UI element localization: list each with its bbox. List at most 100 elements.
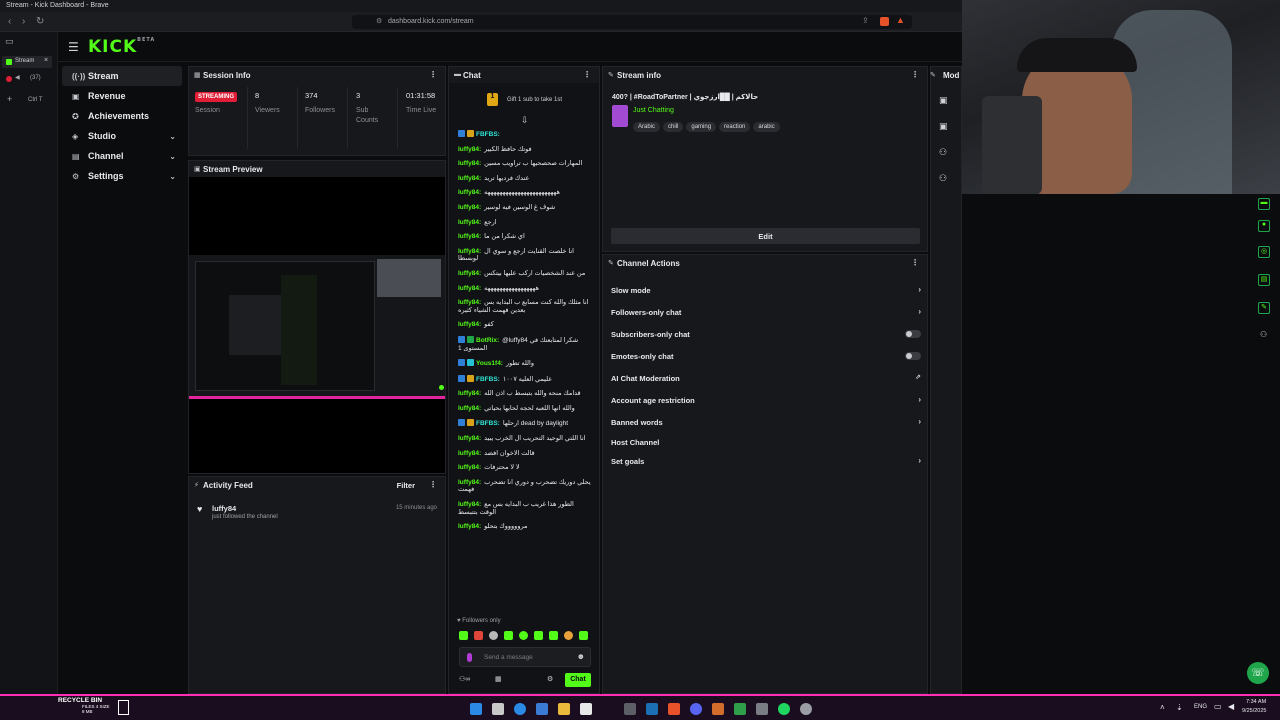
more-options-icon[interactable]: ⋮ bbox=[429, 480, 437, 489]
nav-channel[interactable]: ▤ Channel ⌄ bbox=[62, 146, 182, 166]
more-options-icon[interactable]: ⋮ bbox=[583, 70, 591, 79]
chat-username[interactable]: luffy84: bbox=[458, 270, 481, 277]
chat-username[interactable]: luffy84: bbox=[458, 390, 481, 397]
chat-username[interactable]: luffy84: bbox=[458, 285, 481, 292]
edge-icon[interactable] bbox=[514, 703, 526, 715]
monitor-icon[interactable]: ▭ bbox=[1214, 702, 1222, 711]
forward-icon[interactable]: › bbox=[22, 16, 25, 27]
chat-username[interactable]: luffy84: bbox=[458, 321, 481, 328]
task-view-icon[interactable] bbox=[492, 703, 504, 715]
xbox-icon[interactable] bbox=[734, 703, 746, 715]
network-icon[interactable]: ⇣ bbox=[1176, 703, 1183, 712]
spotify-icon[interactable] bbox=[778, 703, 790, 715]
gift-sub-banner[interactable]: 1 Gift 1 sub to take 1st bbox=[487, 93, 597, 107]
chat-username[interactable]: FBFBS: bbox=[476, 131, 500, 138]
speaker-icon[interactable]: ◀ bbox=[15, 74, 20, 81]
chat-icon[interactable]: ▬ bbox=[1258, 198, 1270, 210]
back-icon[interactable]: ‹ bbox=[8, 16, 11, 27]
brave-rewards-icon[interactable]: ▲ bbox=[896, 15, 905, 25]
nav-achievements[interactable]: ✪ Achievements bbox=[62, 106, 182, 126]
chat-username[interactable]: luffy84: bbox=[458, 450, 481, 457]
edit-stream-info-button[interactable]: Edit bbox=[611, 228, 920, 244]
chat-username[interactable]: luffy84: bbox=[458, 233, 481, 240]
help-chat-icon[interactable]: ☏ bbox=[1247, 662, 1269, 684]
chat-username[interactable]: luffy84: bbox=[458, 405, 481, 412]
chat-username[interactable]: luffy84: bbox=[458, 219, 481, 226]
chat-input[interactable]: Send a message ☻ bbox=[459, 647, 591, 667]
send-chat-button[interactable]: Chat bbox=[565, 673, 591, 687]
kick-logo[interactable]: KICKBETA bbox=[88, 37, 155, 57]
action-subscribers-only[interactable]: Subscribers-only chat bbox=[611, 325, 923, 345]
pin-icon[interactable]: ⇩ bbox=[521, 115, 529, 126]
clock-time[interactable]: 7:34 AM bbox=[1246, 699, 1266, 705]
browser-tab-audio[interactable]: ◀ (37) bbox=[2, 73, 52, 85]
studio-icon[interactable]: ▤ bbox=[1258, 274, 1270, 286]
message-icon[interactable]: ● bbox=[1258, 220, 1270, 232]
nav-studio[interactable]: ◈ Studio ⌄ bbox=[62, 126, 182, 146]
chat-username[interactable]: luffy84: bbox=[458, 501, 481, 508]
nav-settings[interactable]: ⚙ Settings ⌄ bbox=[62, 166, 182, 186]
chat-username[interactable]: FBFBS: bbox=[476, 376, 500, 383]
subscribers-only-toggle[interactable] bbox=[905, 330, 921, 338]
chat-username[interactable]: luffy84: bbox=[458, 523, 481, 530]
app-icon[interactable] bbox=[536, 703, 548, 715]
nav-stream[interactable]: ((·)) Stream bbox=[62, 66, 182, 86]
action-set-goals[interactable]: Set goals › bbox=[611, 452, 923, 472]
mod-item-icon[interactable]: ▣ bbox=[939, 121, 948, 132]
mic-icon[interactable] bbox=[467, 653, 472, 662]
chat-username[interactable]: luffy84: bbox=[458, 464, 481, 471]
emote-icon[interactable] bbox=[549, 631, 558, 640]
mod-item-icon[interactable]: ⚇ bbox=[939, 173, 947, 184]
action-ai-moderation[interactable]: AI Chat Moderation ⇗ bbox=[611, 369, 923, 389]
reload-icon[interactable]: ↻ bbox=[36, 16, 44, 27]
action-host-channel[interactable]: Host Channel bbox=[611, 433, 923, 453]
close-tab-icon[interactable]: × bbox=[44, 57, 48, 64]
chat-username[interactable]: luffy84: bbox=[458, 146, 481, 153]
filter-button[interactable]: Filter bbox=[397, 481, 415, 490]
new-tab-button[interactable]: + Ctrl T bbox=[2, 94, 52, 106]
chat-username[interactable]: luffy84: bbox=[458, 435, 481, 442]
emote-icon[interactable] bbox=[579, 631, 588, 640]
emote-icon[interactable] bbox=[489, 631, 498, 640]
emote-icon[interactable] bbox=[504, 631, 513, 640]
mod-item-icon[interactable]: ▣ bbox=[939, 95, 948, 106]
gift-box-icon[interactable]: ▦ bbox=[495, 675, 502, 683]
sidebar-toggle-icon[interactable]: ▭ bbox=[5, 36, 14, 47]
recycle-bin-label[interactable]: RECYCLE BIN bbox=[58, 697, 102, 704]
app-icon[interactable] bbox=[624, 703, 636, 715]
discord-icon[interactable] bbox=[690, 703, 702, 715]
wrench-icon[interactable]: ✎ bbox=[1258, 302, 1270, 314]
browser-tab-stream[interactable]: Stream × bbox=[2, 56, 52, 68]
brave-icon[interactable] bbox=[668, 703, 680, 715]
file-explorer-icon[interactable] bbox=[558, 703, 570, 715]
user-icon[interactable]: ⚇ bbox=[1260, 330, 1267, 339]
users-icon[interactable]: ⚇∞ bbox=[459, 675, 470, 683]
app-icon[interactable] bbox=[580, 703, 592, 715]
chat-username[interactable]: luffy84: bbox=[458, 248, 481, 255]
app-icon[interactable] bbox=[756, 703, 768, 715]
chat-username[interactable]: luffy84: bbox=[458, 189, 481, 196]
language-indicator[interactable]: ENG bbox=[1194, 704, 1207, 710]
steam-icon[interactable] bbox=[646, 703, 658, 715]
site-info-icon[interactable]: ⚙ bbox=[376, 17, 382, 25]
recycle-bin-icon[interactable] bbox=[118, 700, 129, 715]
category-name[interactable]: Just Chatting bbox=[633, 107, 674, 114]
chat-username[interactable]: luffy84: bbox=[458, 479, 481, 486]
volume-icon[interactable]: ◀ bbox=[1228, 702, 1234, 711]
obs-icon[interactable] bbox=[800, 703, 812, 715]
emote-icon[interactable] bbox=[519, 631, 528, 640]
chat-username[interactable]: FBFBS: bbox=[476, 420, 500, 427]
more-options-icon[interactable]: ⋮ bbox=[911, 258, 919, 267]
chat-username[interactable]: luffy84: bbox=[458, 204, 481, 211]
chat-username[interactable]: luffy84: bbox=[458, 160, 481, 167]
emotes-only-toggle[interactable] bbox=[905, 352, 921, 360]
gear-icon[interactable]: ⚙ bbox=[547, 675, 553, 683]
action-followers-only[interactable]: Followers-only chat › bbox=[611, 303, 923, 323]
chat-username[interactable]: Yous1f4: bbox=[476, 360, 503, 367]
tray-chevron-icon[interactable]: ˄ bbox=[1160, 703, 1165, 712]
menu-icon[interactable]: ☰ bbox=[68, 40, 79, 54]
mod-item-icon[interactable]: ⚇ bbox=[939, 147, 947, 158]
share-icon[interactable]: ⇪ bbox=[862, 16, 869, 25]
action-banned-words[interactable]: Banned words › bbox=[611, 413, 923, 433]
chat-username[interactable]: BotRix: bbox=[476, 337, 499, 344]
